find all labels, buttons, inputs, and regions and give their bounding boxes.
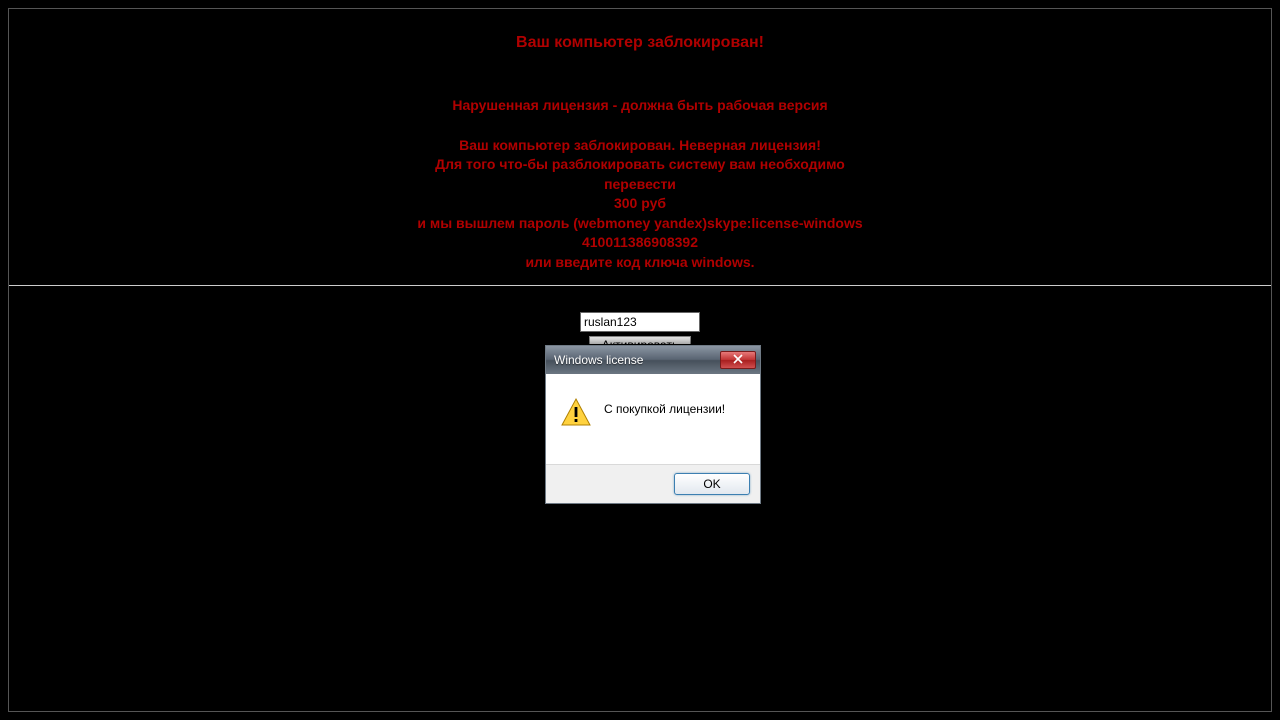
ransom-line: 300 руб [9,195,1271,213]
dialog-titlebar[interactable]: Windows license [546,346,760,374]
ransom-text-block: Ваш компьютер заблокирован! Нарушенная л… [9,9,1271,271]
ransom-title: Ваш компьютер заблокирован! [9,33,1271,53]
ransom-line: Для того что-бы разблокировать систему в… [9,156,1271,174]
dialog-window: Windows license С покупкой лицензии! [544,344,762,505]
code-input[interactable] [580,312,700,332]
dialog-message: С покупкой лицензии! [604,396,725,416]
ransom-line: Нарушенная лицензия - должна быть рабоча… [9,97,1271,115]
close-icon [733,353,743,367]
dialog-button-row: OK [546,464,760,503]
warning-icon [560,396,592,428]
ransom-line: перевести [9,176,1271,194]
ransom-line: и мы вышлем пароль (webmoney yandex)skyp… [9,215,1271,233]
ransom-line: 410011386908392 [9,234,1271,252]
ransom-line: или введите код ключа windows. [9,254,1271,272]
close-button[interactable] [720,351,756,369]
ok-button[interactable]: OK [674,473,750,495]
dialog-body: С покупкой лицензии! [546,374,760,464]
separator [9,285,1271,286]
screen-frame: Ваш компьютер заблокирован! Нарушенная л… [8,8,1272,712]
dialog-title-text: Windows license [554,353,720,367]
ransom-line: Ваш компьютер заблокирован. Неверная лиц… [9,137,1271,155]
